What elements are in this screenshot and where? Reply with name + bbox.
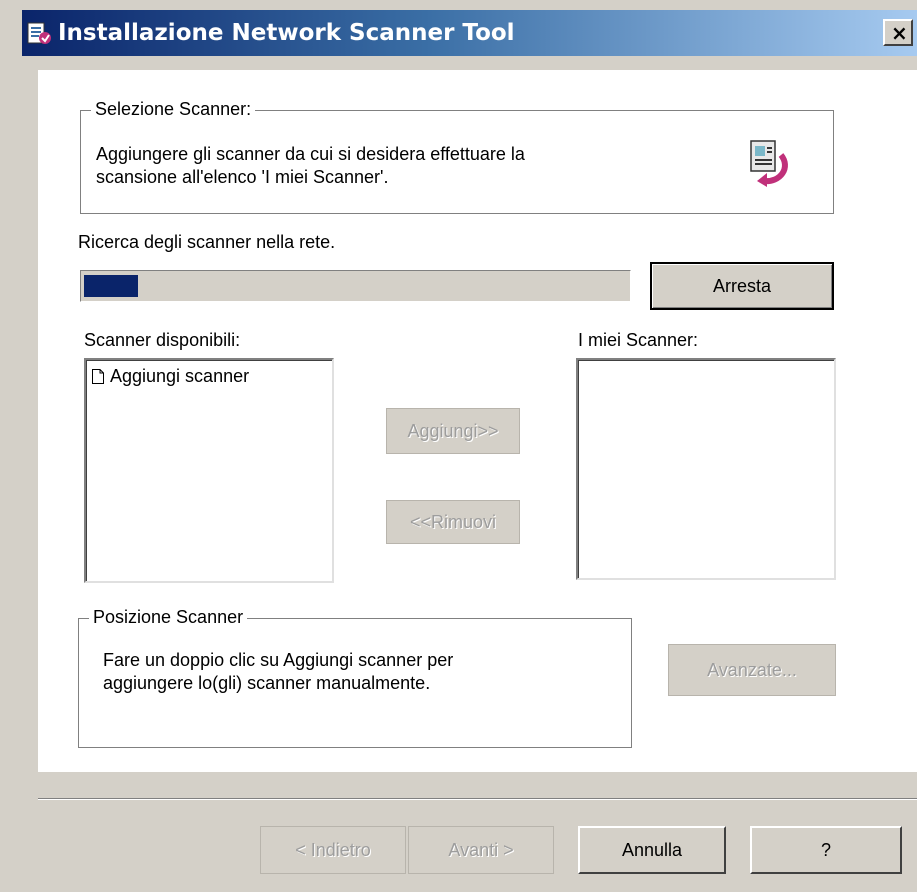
help-button[interactable]: ? <box>750 826 902 874</box>
selection-group-legend: Selezione Scanner: <box>91 99 256 120</box>
position-group: Posizione Scanner Fare un doppio clic su… <box>78 607 632 748</box>
list-item[interactable]: Aggiungi scanner <box>92 366 249 387</box>
footer-separator <box>38 798 917 800</box>
next-button[interactable]: Avanti > <box>408 826 554 874</box>
position-description-line1: Fare un doppio clic su Aggiungi scanner … <box>103 650 454 670</box>
search-progress-fill <box>84 275 138 297</box>
installer-app-icon <box>27 22 51 44</box>
my-scanners-list[interactable] <box>576 358 836 580</box>
close-button[interactable]: × <box>883 19 913 46</box>
stop-button[interactable]: Arresta <box>650 262 834 310</box>
document-icon <box>92 369 104 384</box>
search-status-text: Ricerca degli scanner nella rete. <box>78 232 336 252</box>
title-bar[interactable]: Installazione Network Scanner Tool × <box>22 10 917 56</box>
available-scanners-list[interactable]: Aggiungi scanner <box>84 358 334 583</box>
position-description: Fare un doppio clic su Aggiungi scanner … <box>103 649 453 695</box>
installer-window: Installazione Network Scanner Tool × Sel… <box>0 0 917 892</box>
cancel-button[interactable]: Annulla <box>578 826 726 874</box>
advanced-button[interactable]: Avanzate... <box>668 644 836 696</box>
selection-description: Aggiungere gli scanner da cui si desider… <box>96 143 525 189</box>
remove-button[interactable]: <<Rimuovi <box>386 500 520 544</box>
position-description-line2: aggiungere lo(gli) scanner manualmente. <box>103 673 431 693</box>
selection-description-line2: scansione all'elenco 'I miei Scanner'. <box>96 167 389 187</box>
search-progress-bar <box>80 270 631 302</box>
my-scanners-label: I miei Scanner: <box>578 330 699 350</box>
window-title: Installazione Network Scanner Tool <box>58 20 515 46</box>
position-group-legend: Posizione Scanner <box>89 607 248 628</box>
selection-description-line1: Aggiungere gli scanner da cui si desider… <box>96 144 525 164</box>
list-item-label: Aggiungi scanner <box>110 366 250 386</box>
available-scanners-label: Scanner disponibili: <box>84 330 241 350</box>
add-button[interactable]: Aggiungi>> <box>386 408 520 454</box>
scanner-document-icon <box>750 140 788 187</box>
selection-group: Selezione Scanner: Aggiungere gli scanne… <box>80 99 834 214</box>
back-button[interactable]: < Indietro <box>260 826 406 874</box>
